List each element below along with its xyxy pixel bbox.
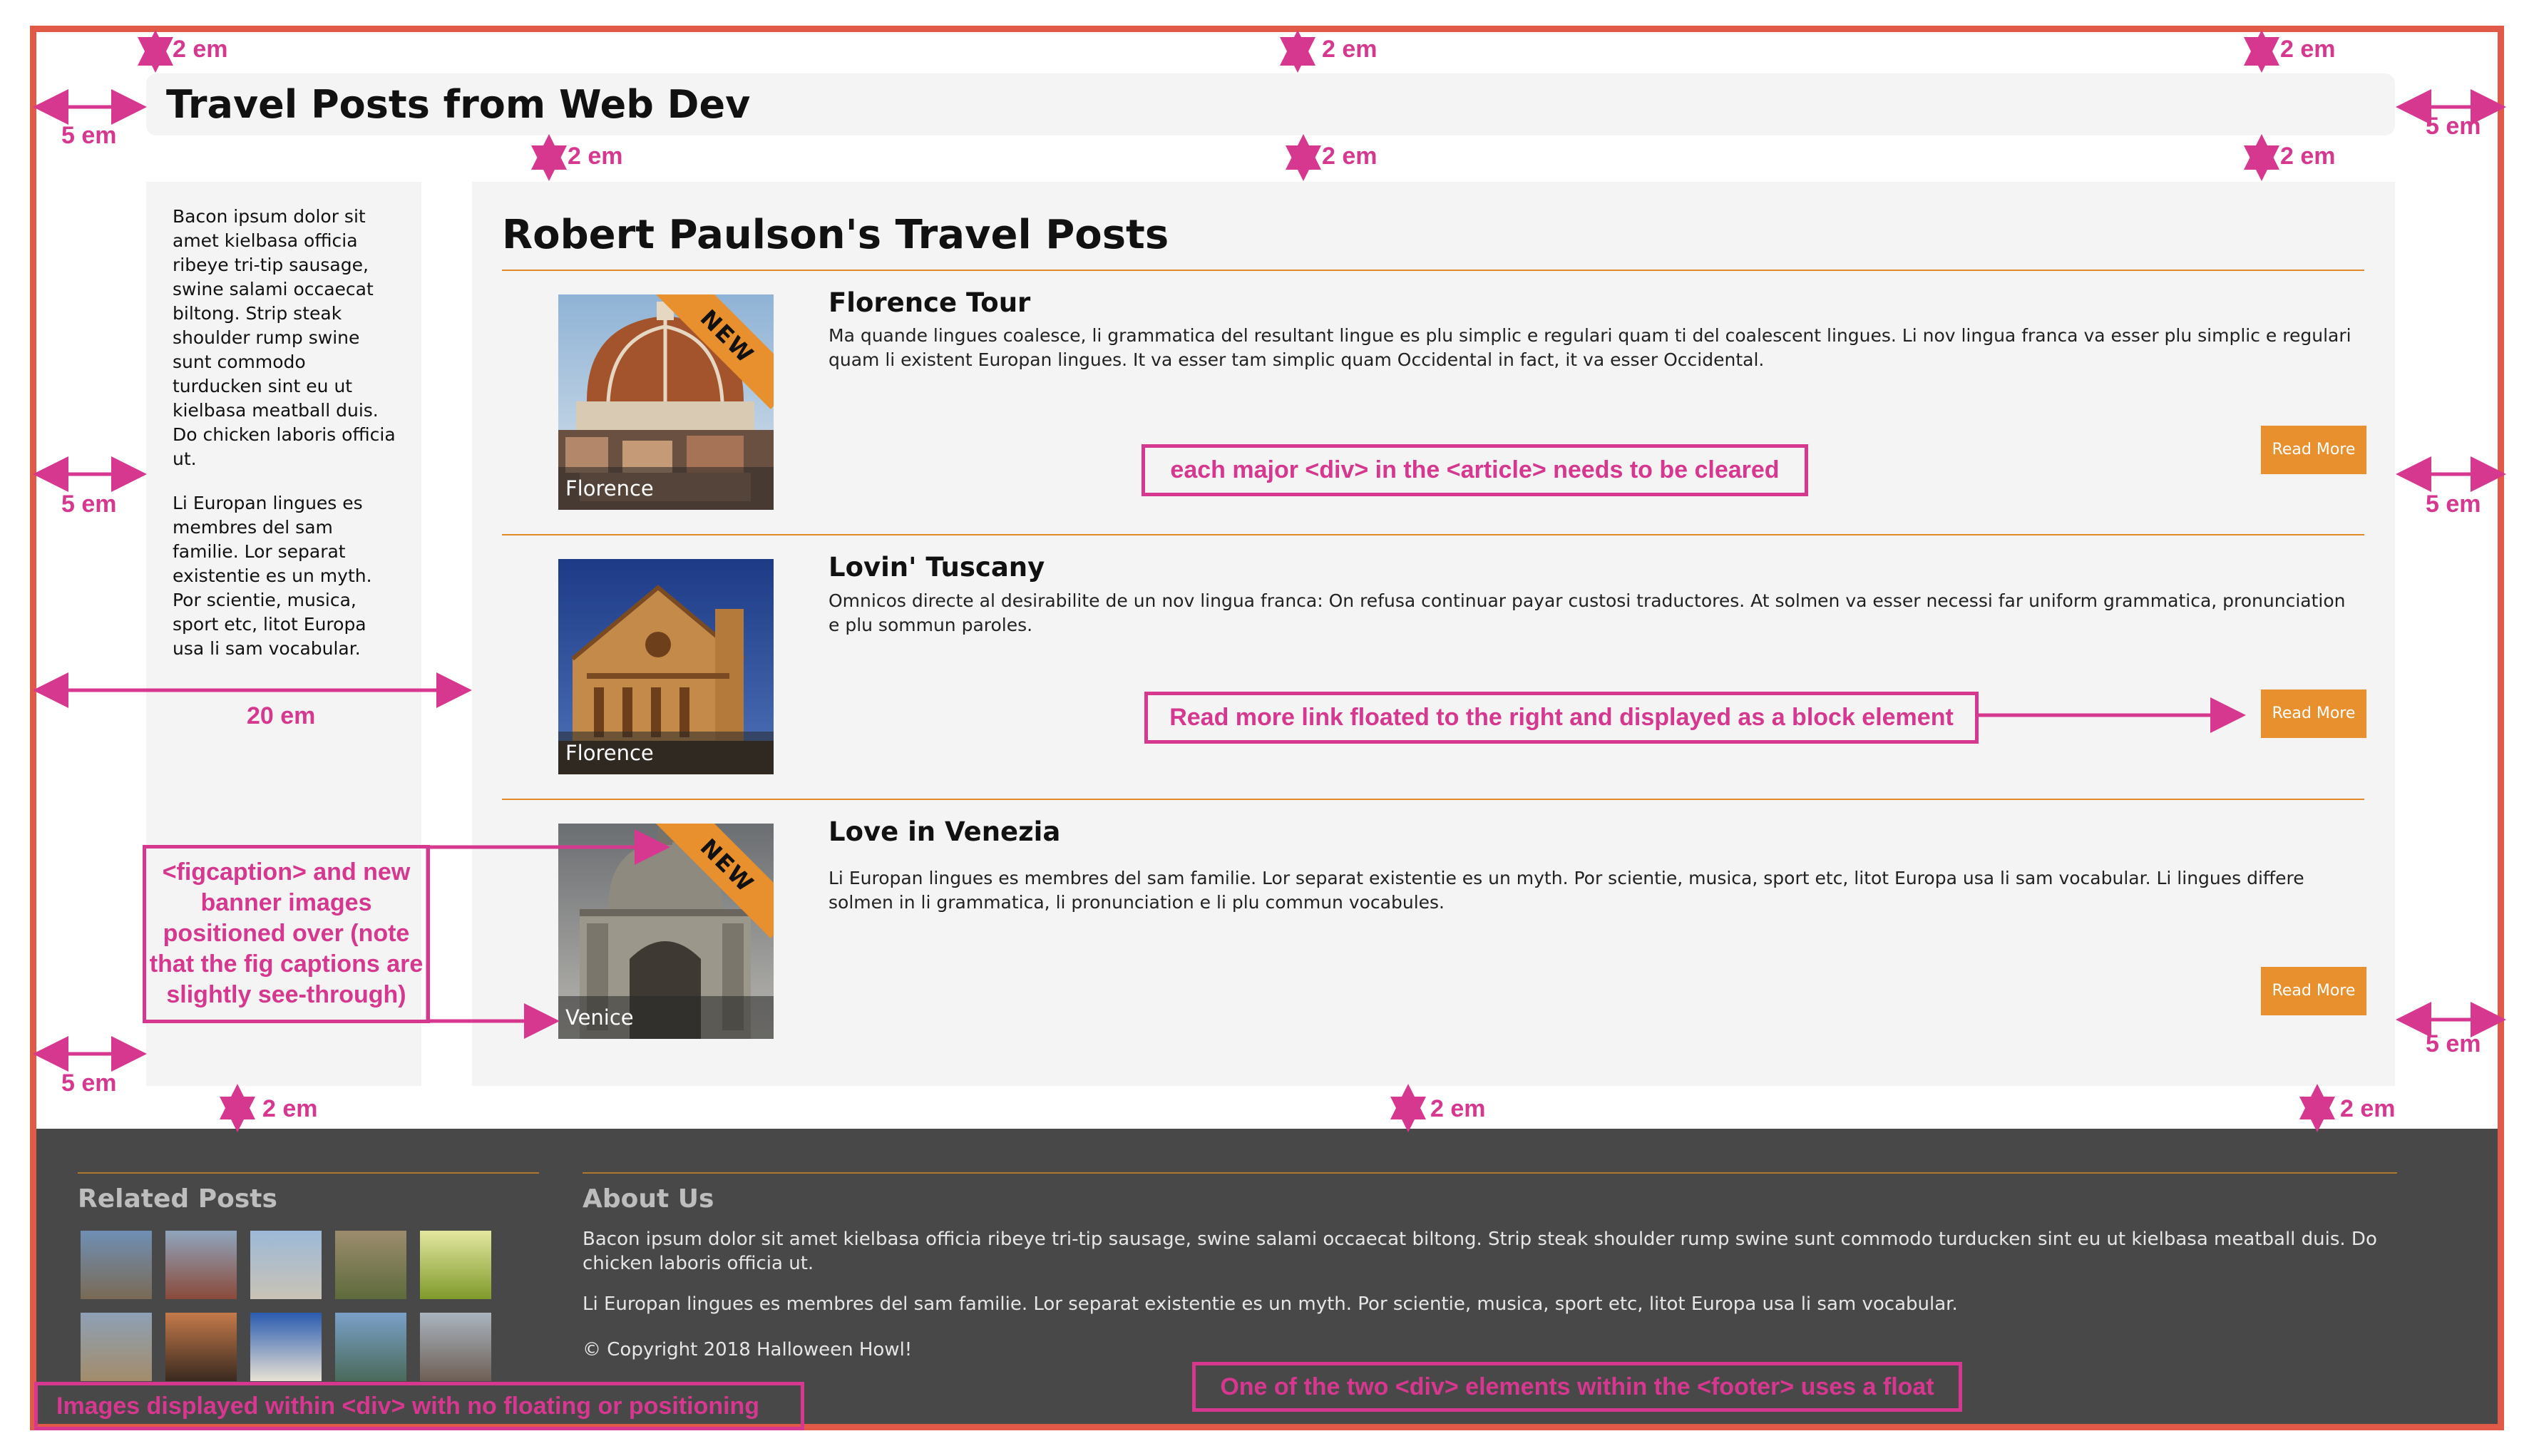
about-us-title: About Us <box>583 1184 714 1214</box>
main-article: Robert Paulson's Travel Posts NEW Floren… <box>472 182 2395 1086</box>
annotation-callout: Read more link floated to the right and … <box>1144 692 1979 744</box>
related-thumbnail[interactable] <box>250 1313 322 1381</box>
annotation-label: 2 em <box>173 36 228 63</box>
post-title: Florence Tour <box>829 287 1031 318</box>
related-thumbnail[interactable] <box>81 1313 152 1381</box>
post-text: Ma quande lingues coalesce, li grammatic… <box>829 325 2351 370</box>
related-thumbnail[interactable] <box>335 1313 406 1381</box>
annotation-callout: each major <div> in the <article> needs … <box>1142 444 1808 496</box>
annotation-label: 2 em <box>2340 1095 2396 1122</box>
divider <box>502 534 2364 535</box>
page-title: Travel Posts from Web Dev <box>166 82 751 127</box>
divider <box>502 270 2364 271</box>
figcaption: Florence <box>558 467 774 510</box>
read-more-button[interactable]: Read More <box>2261 689 2366 738</box>
sidebar-paragraph: Bacon ipsum dolor sit amet kielbasa offi… <box>173 206 396 469</box>
related-posts-title: Related Posts <box>78 1184 277 1214</box>
post-image-tuscany: Florence <box>558 559 774 774</box>
read-more-button[interactable]: Read More <box>2261 426 2366 474</box>
annotation-label: 2 em <box>2280 36 2336 63</box>
post-image-venice: NEW Venice <box>558 824 774 1039</box>
annotation-label: 5 em <box>2426 1030 2481 1057</box>
annotation-label: 2 em <box>568 143 623 170</box>
annotation-label: 5 em <box>2426 113 2481 140</box>
annotation-label: 2 em <box>2280 143 2336 170</box>
annotation-label: 5 em <box>61 491 117 518</box>
annotation-callout: One of the two <div> elements within the… <box>1192 1362 1962 1412</box>
related-thumbnail[interactable] <box>165 1313 237 1381</box>
page-header: Travel Posts from Web Dev <box>146 73 2395 135</box>
footer-divider <box>78 1172 539 1174</box>
about-paragraph: Bacon ipsum dolor sit amet kielbasa offi… <box>583 1229 2377 1274</box>
article-title: Robert Paulson's Travel Posts <box>502 212 1169 258</box>
annotation-label: 2 em <box>1322 36 1378 63</box>
sidebar-paragraph: Li Europan lingues es membres del sam fa… <box>173 493 372 659</box>
copyright-text: © Copyright 2018 Halloween Howl! <box>583 1339 913 1360</box>
annotation-label: 2 em <box>1430 1095 1486 1122</box>
figcaption: Venice <box>558 996 774 1039</box>
post-image-florence: NEW Florence <box>558 294 774 510</box>
annotation-label: 5 em <box>2426 491 2481 518</box>
annotation-label: 5 em <box>61 1070 117 1097</box>
related-thumbnail[interactable] <box>420 1231 491 1299</box>
annotation-callout: Images displayed within <div> with no fl… <box>34 1382 804 1430</box>
about-paragraph: Li Europan lingues es membres del sam fa… <box>583 1293 1958 1315</box>
post-text: Omnicos directe al desirabilite de un no… <box>829 590 2346 635</box>
related-thumbnail[interactable] <box>420 1313 491 1381</box>
figcaption: Florence <box>558 732 774 774</box>
annotation-label: 20 em <box>247 702 316 729</box>
post-title: Love in Venezia <box>829 816 1061 847</box>
footer-divider <box>583 1172 2397 1174</box>
related-thumbnail[interactable] <box>81 1231 152 1299</box>
post-text: Li Europan lingues es membres del sam fa… <box>829 868 2304 913</box>
related-thumbnail[interactable] <box>250 1231 322 1299</box>
related-thumbnail[interactable] <box>335 1231 406 1299</box>
annotation-label: 2 em <box>1322 143 1378 170</box>
related-thumbnail[interactable] <box>165 1231 237 1299</box>
annotation-label: 5 em <box>61 122 117 149</box>
post-title: Lovin' Tuscany <box>829 552 1045 583</box>
annotation-label: 2 em <box>262 1095 318 1122</box>
divider <box>502 799 2364 800</box>
annotation-callout: <figcaption> and new banner images posit… <box>143 845 430 1023</box>
read-more-button[interactable]: Read More <box>2261 967 2366 1015</box>
